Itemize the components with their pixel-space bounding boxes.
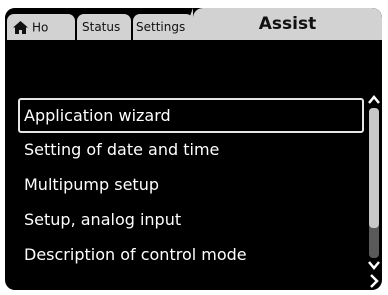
scroll-up-icon[interactable] [368,94,380,106]
scrollbar-thumb[interactable] [369,108,379,228]
pump-display-screen: Ho Status Settings Assist Application wi… [5,8,382,290]
tab-home-label: Ho [32,20,49,35]
tab-bar: Ho Status Settings Assist [5,8,382,40]
menu-item-control-mode[interactable]: Description of control mode [18,238,364,273]
assist-menu-list: Application wizard Setting of date and t… [18,98,364,273]
menu-item-date-time[interactable]: Setting of date and time [18,133,364,168]
tab-assist[interactable]: Assist [181,8,382,40]
tab-assist-label: Assist [258,14,317,34]
tab-slant [181,8,193,40]
menu-item-multipump-setup[interactable]: Multipump setup [18,168,364,203]
menu-item-application-wizard[interactable]: Application wizard [18,98,364,133]
tab-status[interactable]: Status [77,14,131,40]
menu-item-analog-input[interactable]: Setup, analog input [18,203,364,238]
chevron-right-icon[interactable] [368,274,380,288]
scroll-down-icon[interactable] [368,259,380,271]
scrollbar-track[interactable] [369,108,379,258]
home-icon [13,21,28,34]
tab-home[interactable]: Ho [7,14,75,40]
